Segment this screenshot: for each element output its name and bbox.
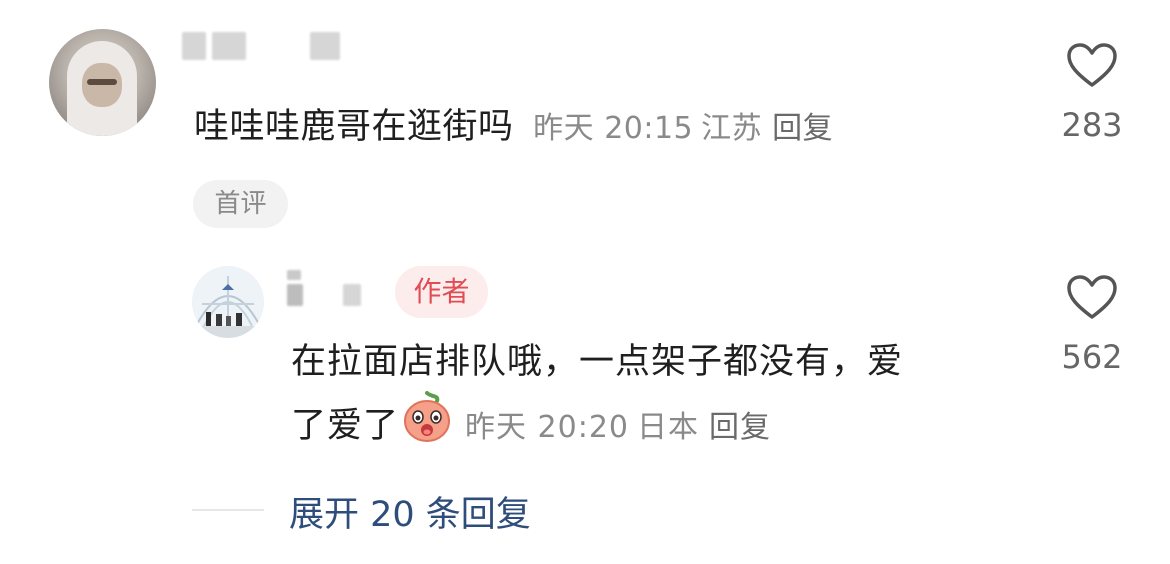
comment-location: 江苏 — [701, 111, 763, 146]
comment-like-button[interactable]: 283 — [1047, 40, 1137, 150]
author-avatar[interactable] — [192, 266, 264, 338]
reply-body-line1: 在拉面店排队哦，一点架子都没有，爱 — [291, 342, 904, 382]
author-username-blurred[interactable] — [287, 270, 387, 315]
reply-like-button[interactable]: 562 — [1047, 272, 1137, 382]
author-avatar-image — [192, 266, 264, 338]
expand-divider — [192, 509, 264, 511]
reply-line2: 了爱了 昨天 20:20 日本 回复 — [291, 391, 1021, 461]
commenter-username-blurred[interactable] — [182, 30, 352, 64]
peach-emoji-icon — [401, 391, 453, 461]
comment-text: 哇哇哇鹿哥在逛街吗 昨天 20:15 江苏 回复 — [194, 103, 833, 153]
reply-text: 在拉面店排队哦，一点架子都没有，爱 了爱了 昨天 20:20 日本 回复 — [291, 334, 1021, 461]
heart-icon — [1067, 43, 1117, 87]
comment-like-count: 283 — [1061, 106, 1123, 144]
avatar-eyes — [87, 79, 117, 85]
author-badge: 作者 — [395, 266, 488, 318]
comment-reply-button[interactable]: 回复 — [772, 111, 833, 146]
reply-reply-button[interactable]: 回复 — [709, 410, 771, 445]
expand-replies-link[interactable]: 展开 20 条回复 — [289, 486, 531, 537]
comment-time: 昨天 20:15 — [533, 111, 694, 146]
heart-icon — [1067, 275, 1117, 319]
reply-meta: 昨天 20:20 日本 回复 — [457, 410, 771, 445]
first-comment-badge: 首评 — [193, 180, 288, 228]
reply-time: 昨天 20:20 — [465, 410, 630, 445]
comment-body: 哇哇哇鹿哥在逛街吗 — [194, 107, 514, 147]
commenter-avatar[interactable] — [49, 29, 156, 136]
comment-meta: 昨天 20:15 江苏 回复 — [525, 111, 833, 146]
avatar-face — [82, 63, 122, 107]
reply-location: 日本 — [637, 410, 700, 445]
reply-like-count: 562 — [1061, 338, 1123, 376]
reply-body-line2: 了爱了 — [291, 406, 400, 446]
